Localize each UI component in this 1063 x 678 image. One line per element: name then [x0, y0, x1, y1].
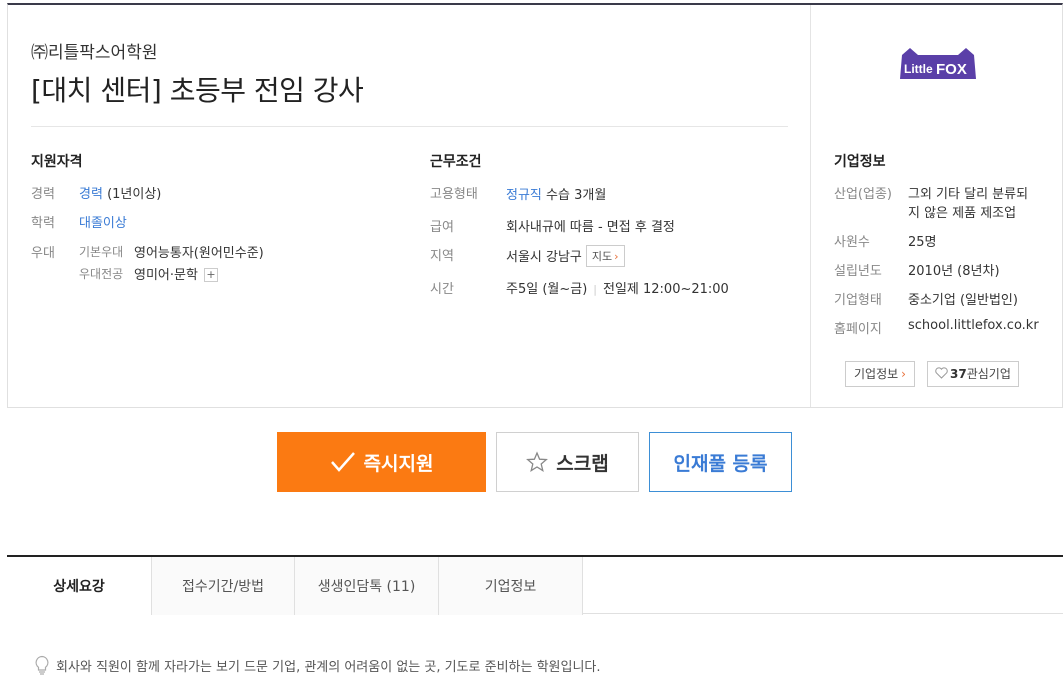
career-value: 경력 (1년이상) — [79, 183, 161, 202]
divider — [31, 126, 788, 127]
type-value: 중소기업 (일반법인) — [908, 293, 1018, 308]
time-days: 주5일 (월~금) — [506, 282, 588, 297]
career-link[interactable]: 경력 — [79, 187, 103, 202]
homepage-link[interactable]: school.littlefox.co.kr — [908, 318, 1039, 333]
major-pref-value: 영미어·문학 + — [134, 264, 218, 283]
interest-company-button[interactable]: 37관심기업 — [927, 361, 1019, 387]
conditions-heading: 근무조건 — [430, 154, 482, 170]
company-info-button-label: 기업정보 — [854, 367, 899, 381]
interest-count: 37 — [950, 367, 967, 381]
industry-value-1: 그외 기타 달리 분류되 — [908, 187, 1029, 202]
chevron-right-icon: › — [901, 367, 906, 381]
detail-tabs: 상세요강 접수기간/방법 생생인담톡 (11) 기업정보 — [7, 555, 1063, 615]
industry-value-2: 지 않은 제품 제조업 — [908, 206, 1017, 221]
career-label: 경력 — [31, 187, 55, 202]
company-info-pane: Little FOX 기업정보 산업(업종) 그외 기타 달리 분류되 지 않은… — [810, 5, 1062, 407]
qualification-heading: 지원자격 — [31, 154, 83, 170]
salary-label: 급여 — [430, 220, 454, 235]
apply-now-button[interactable]: 즉시지원 — [277, 432, 486, 492]
scrap-label: 스크랩 — [556, 452, 609, 475]
job-title: [대치 센터] 초등부 전임 강사 — [31, 74, 364, 107]
major-pref-label: 우대전공 — [79, 267, 124, 281]
heart-icon — [935, 367, 948, 379]
location-label: 지역 — [430, 249, 454, 264]
scrap-button[interactable]: 스크랩 — [496, 432, 639, 492]
location-text: 서울시 강남구 — [506, 250, 582, 265]
major-pref-text: 영미어·문학 — [134, 268, 198, 283]
checkmark-icon — [330, 451, 356, 473]
tab-company-info[interactable]: 기업정보 — [439, 557, 583, 615]
separator: | — [593, 283, 597, 296]
tab-application-period[interactable]: 접수기간/방법 — [152, 557, 295, 615]
littlefox-logo[interactable]: Little FOX — [896, 45, 980, 83]
company-name[interactable]: ㈜리틀팍스어학원 — [31, 38, 157, 63]
job-summary-card: ㈜리틀팍스어학원 [대치 센터] 초등부 전임 강사 지원자격 경력 경력 (1… — [7, 3, 1063, 408]
map-button-label: 지도 — [591, 250, 613, 263]
founded-value: 2010년 (8년차) — [908, 264, 1000, 279]
education-link[interactable]: 대졸이상 — [79, 212, 127, 231]
company-info-heading: 기업정보 — [834, 154, 886, 170]
basic-pref-value: 영어능통자(원어민수준) — [134, 246, 264, 261]
star-icon — [526, 451, 549, 473]
logo-text-little: Little — [904, 62, 933, 76]
employment-label: 고용형태 — [430, 187, 478, 202]
employment-value: 정규직 수습 3개월 — [506, 184, 606, 203]
time-hours: 전일제 12:00~21:00 — [603, 282, 729, 297]
employment-link[interactable]: 정규직 — [506, 188, 542, 203]
tab-interview-talk[interactable]: 생생인담톡 (11) — [295, 557, 439, 615]
company-info-button[interactable]: 기업정보 › — [845, 361, 915, 387]
talent-pool-label: 인재풀 등록 — [673, 452, 768, 475]
apply-now-label: 즉시지원 — [363, 452, 434, 475]
employment-detail: 수습 3개월 — [546, 188, 607, 203]
time-value: 주5일 (월~금) | 전일제 12:00~21:00 — [506, 278, 729, 297]
lightbulb-icon — [34, 655, 50, 675]
chevron-right-icon: › — [614, 250, 619, 263]
preference-label: 우대 — [31, 246, 55, 261]
tab-detail[interactable]: 상세요강 — [7, 557, 152, 615]
company-intro: 회사와 직원이 함께 자라가는 보기 드문 기업, 관계의 어려움이 없는 곳,… — [34, 655, 601, 675]
logo-text-fox: FOX — [936, 61, 967, 78]
interest-label: 관심기업 — [966, 367, 1011, 381]
expand-plus-icon[interactable]: + — [203, 268, 218, 282]
employees-label: 사원수 — [834, 235, 870, 250]
employees-value: 25명 — [908, 235, 937, 250]
homepage-label: 홈페이지 — [834, 322, 882, 337]
basic-pref-label: 기본우대 — [79, 245, 124, 259]
map-button[interactable]: 지도 › — [585, 245, 625, 267]
salary-value: 회사내규에 따름 - 면접 후 결정 — [506, 220, 675, 235]
education-label: 학력 — [31, 216, 55, 231]
time-label: 시간 — [430, 282, 454, 297]
job-info-pane: ㈜리틀팍스어학원 [대치 센터] 초등부 전임 강사 지원자격 경력 경력 (1… — [8, 5, 810, 407]
career-detail: (1년이상) — [107, 187, 162, 202]
intro-text: 회사와 직원이 함께 자라가는 보기 드문 기업, 관계의 어려움이 없는 곳,… — [56, 659, 601, 675]
type-label: 기업형태 — [834, 293, 882, 308]
founded-label: 설립년도 — [834, 264, 882, 279]
industry-label: 산업(업종) — [834, 187, 892, 202]
location-value: 서울시 강남구 지도 › — [506, 245, 625, 267]
talent-pool-button[interactable]: 인재풀 등록 — [649, 432, 792, 492]
